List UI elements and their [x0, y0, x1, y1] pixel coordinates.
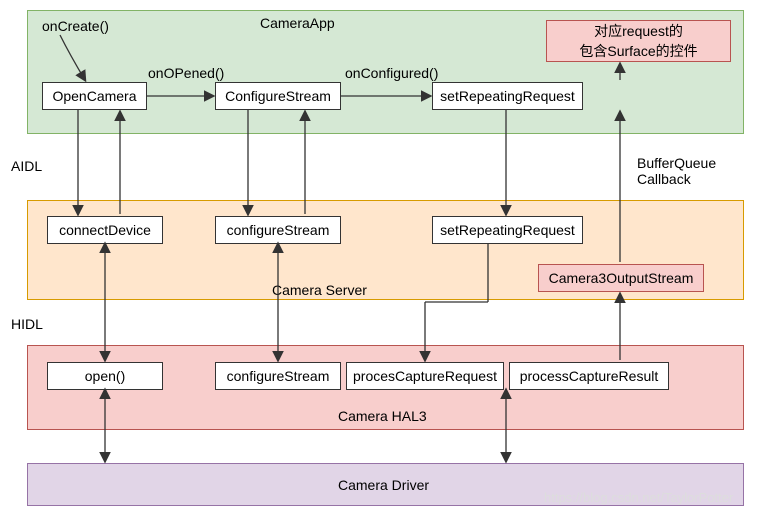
on-opened-label: onOPened()	[148, 65, 224, 81]
proces-capture-request-box: procesCaptureRequest	[346, 362, 504, 390]
surface-widget-line1: 对应request的	[594, 21, 683, 41]
watermark: https://blog.csdn.net/TaylorPotter	[544, 490, 733, 505]
camera-app-title: CameraApp	[260, 15, 335, 31]
set-repeating-request-box-1: setRepeatingRequest	[432, 82, 583, 110]
configure-stream-box-1: ConfigureStream	[215, 82, 341, 110]
aidl-label: AIDL	[11, 158, 42, 174]
camera-server-title: Camera Server	[272, 282, 367, 298]
set-repeating-request-box-2: setRepeatingRequest	[432, 216, 583, 244]
surface-widget-line2: 包含Surface的控件	[579, 41, 697, 61]
open-camera-box: OpenCamera	[42, 82, 147, 110]
connect-device-box: connectDevice	[47, 216, 163, 244]
configure-stream-box-2: configureStream	[215, 216, 341, 244]
hidl-label: HIDL	[11, 316, 43, 332]
buffer-queue-label: BufferQueue Callback	[637, 155, 716, 187]
process-capture-result-box: processCaptureResult	[509, 362, 669, 390]
on-configured-label: onConfigured()	[345, 65, 438, 81]
configure-stream-box-3: configureStream	[215, 362, 341, 390]
camera-driver-title: Camera Driver	[338, 477, 429, 493]
camera-hal3-title: Camera HAL3	[338, 408, 427, 424]
surface-widget-box: 对应request的 包含Surface的控件	[546, 20, 731, 62]
on-create-label: onCreate()	[42, 18, 109, 34]
camera3-output-stream-box: Camera3OutputStream	[538, 264, 704, 292]
open-box: open()	[47, 362, 163, 390]
